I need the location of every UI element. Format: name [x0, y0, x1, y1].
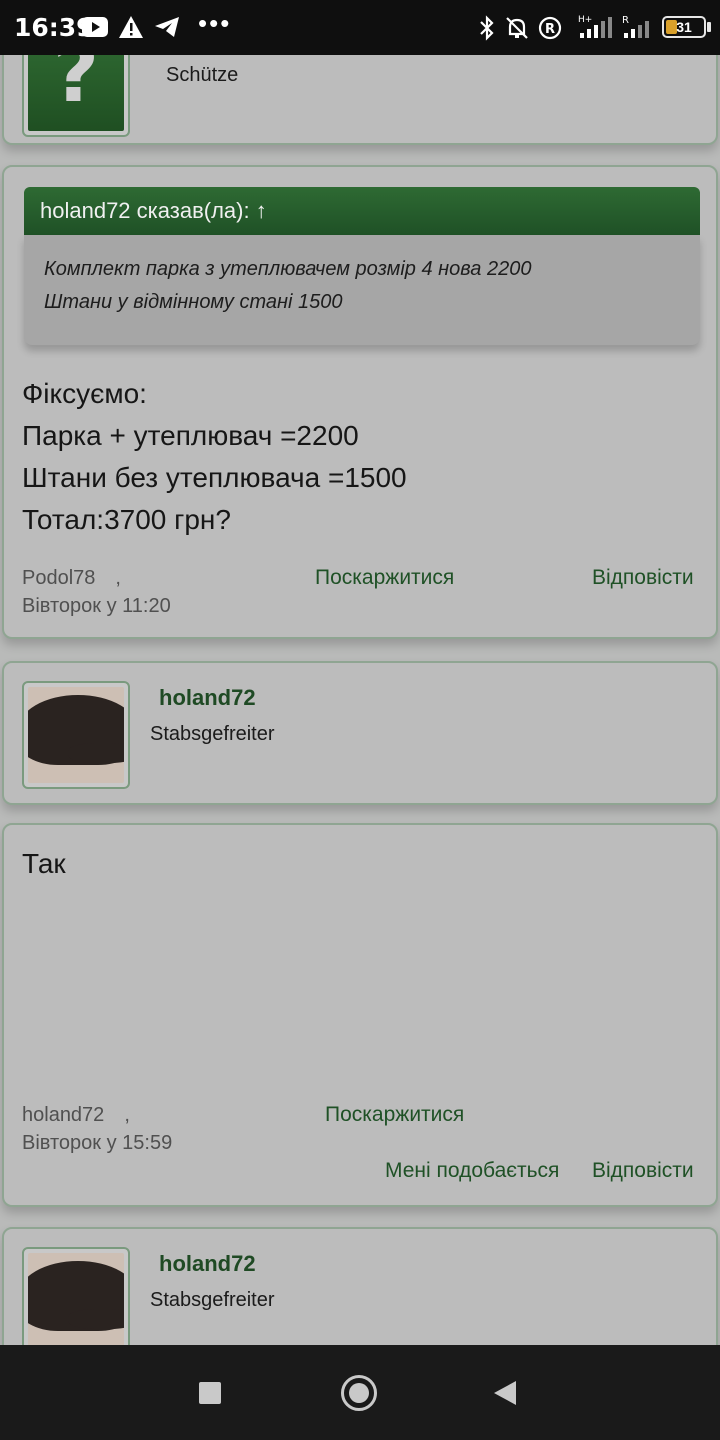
home-circle-inner [349, 1383, 369, 1403]
question-mark-icon: ? [52, 55, 100, 120]
reply-link[interactable]: Відповісти [592, 1159, 694, 1183]
post-author-name[interactable]: holand72 [22, 1104, 104, 1126]
question-mark-avatar: ? [28, 55, 124, 131]
home-circle-icon[interactable] [341, 1375, 377, 1411]
more-dots-icon: ••• [198, 8, 232, 38]
registered-icon: R [538, 16, 562, 40]
quote-header[interactable]: holand72 сказав(ла): ↑ [24, 187, 700, 235]
quote-line: Штани у відмінному стані 1500 [44, 291, 343, 313]
author-card: holand72 Stabsgefreiter [2, 1227, 718, 1345]
avatar[interactable] [22, 1247, 130, 1345]
post-body: Фіксуємо: Парка + утеплювач =2200 Штани … [22, 373, 407, 541]
report-link[interactable]: Поскаржитися [325, 1103, 464, 1127]
like-link[interactable]: Мені подобається [385, 1159, 559, 1183]
author-card: ? Schütze [2, 55, 718, 145]
battery-icon: 31 [662, 16, 706, 38]
quote-line: Комплект парка з утеплювачем розмір 4 но… [44, 258, 532, 280]
post-author[interactable]: Podol78, [22, 567, 121, 590]
hat-brim-shape [68, 1309, 124, 1329]
post-author[interactable]: holand72, [22, 1104, 130, 1127]
report-link[interactable]: Поскаржитися [315, 566, 454, 590]
post-author-name[interactable]: Podol78 [22, 567, 95, 589]
user-rank: Schütze [166, 64, 239, 86]
thread-content[interactable]: ? Schütze holand72 сказав(ла): ↑ Комплек… [0, 55, 720, 1345]
user-rank: Stabsgefreiter [150, 723, 275, 745]
svg-text:R: R [622, 15, 629, 26]
quote-body: Комплект парка з утеплювачем розмір 4 но… [24, 235, 700, 345]
user-rank: Stabsgefreiter [150, 1289, 275, 1311]
post-line: Фіксуємо: [22, 378, 147, 409]
svg-text:R: R [545, 22, 555, 37]
post-line: Штани без утеплювача =1500 [22, 462, 407, 493]
avatar[interactable] [22, 681, 130, 789]
reply-link[interactable]: Відповісти [592, 566, 694, 590]
post-line: Тотал:3700 грн? [22, 504, 231, 535]
back-triangle-icon[interactable] [494, 1381, 516, 1405]
hat-photo-avatar [28, 1253, 124, 1345]
avatar[interactable]: ? [22, 55, 130, 137]
post-line: Так [22, 848, 66, 879]
hat-photo-avatar [28, 687, 124, 783]
post-date[interactable]: Вівторок у 11:20 [22, 595, 171, 618]
bluetooth-icon [480, 15, 494, 41]
meta-separator: , [115, 567, 121, 589]
post-card: holand72 сказав(ла): ↑ Комплект парка з … [2, 165, 718, 639]
post-body: Так [22, 843, 66, 885]
post-card: Так holand72, Вівторок у 15:59 Поскаржит… [2, 823, 718, 1207]
signal-roaming-icon: R [622, 15, 649, 38]
username[interactable]: holand72 [159, 1251, 256, 1277]
signal-hplus-icon: H+ [578, 15, 612, 38]
meta-separator: , [124, 1104, 130, 1126]
author-card: holand72 Stabsgefreiter [2, 661, 718, 805]
hat-brim-shape [68, 743, 124, 763]
system-nav-bar [0, 1345, 720, 1440]
battery-level: 31 [676, 19, 692, 35]
bell-muted-icon [506, 17, 528, 39]
warning-icon [119, 16, 143, 38]
youtube-icon [82, 17, 108, 37]
username[interactable]: holand72 [159, 685, 256, 711]
svg-text:H+: H+ [578, 15, 592, 25]
battery-tip [707, 22, 711, 32]
recents-square-icon[interactable] [199, 1382, 221, 1404]
status-bar: 16:39 ••• R H+ R 31 [0, 0, 720, 55]
telegram-icon [155, 17, 179, 37]
post-date[interactable]: Вівторок у 15:59 [22, 1132, 172, 1155]
post-line: Парка + утеплювач =2200 [22, 420, 359, 451]
